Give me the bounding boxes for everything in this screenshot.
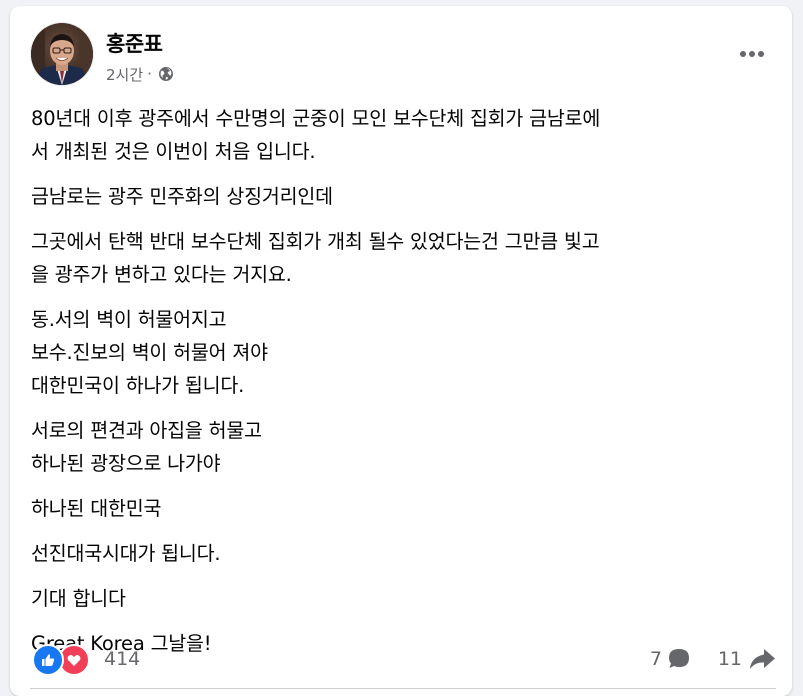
globe-icon[interactable] <box>158 66 174 82</box>
post-paragraph: 금남로는 광주 민주화의 상징거리인데 <box>31 185 333 208</box>
comment-icon <box>669 649 689 668</box>
post-card: 홍준표 2시간 · 80년대 이후 광주에서 수만명의 군중이 모인 보수단체 … <box>10 6 792 696</box>
author-name[interactable]: 홍준표 <box>106 28 163 58</box>
like-icon <box>32 644 64 676</box>
post-paragraph: 하나된 대한민국 <box>31 497 162 520</box>
post-time[interactable]: 2시간 <box>106 64 143 85</box>
more-options-button[interactable] <box>732 36 772 72</box>
share-icon <box>750 649 775 669</box>
post-meta: 2시간 · <box>106 64 174 84</box>
post-paragraph: 그곳에서 탄핵 반대 보수단체 집회가 개최 될수 있었다는건 그만큼 빛고 을… <box>31 230 600 286</box>
post-paragraph: 서로의 편견과 아집을 허물고 하나된 광장으로 나가야 <box>31 419 262 475</box>
more-options-icon <box>740 51 764 57</box>
divider <box>30 688 776 689</box>
author-avatar[interactable] <box>30 22 94 86</box>
meta-separator: · <box>147 65 152 83</box>
post-body: 80년대 이후 광주에서 수만명의 군중이 모인 보수단체 집회가 금남로에 서… <box>31 102 776 672</box>
avatar-image <box>31 23 93 85</box>
post-paragraph: 동.서의 벽이 허물어지고 보수.진보의 벽이 허물어 져야 대한민국이 하나가… <box>31 308 268 397</box>
share-count: 11 <box>717 648 742 670</box>
reaction-icons[interactable] <box>32 644 94 676</box>
reactions-bar: 414 7 11 <box>30 642 776 678</box>
post-header: 홍준표 2시간 · <box>30 22 772 86</box>
share-count-link[interactable]: 11 <box>718 646 776 672</box>
comment-count: 7 <box>649 648 662 670</box>
post-paragraph: 기대 합니다 <box>31 587 126 610</box>
comment-count-link[interactable]: 7 <box>650 646 692 672</box>
post-paragraph: 선진대국시대가 됩니다. <box>31 542 221 565</box>
post-paragraph: 80년대 이후 광주에서 수만명의 군중이 모인 보수단체 집회가 금남로에 서… <box>31 107 601 163</box>
reaction-count[interactable]: 414 <box>104 648 140 670</box>
